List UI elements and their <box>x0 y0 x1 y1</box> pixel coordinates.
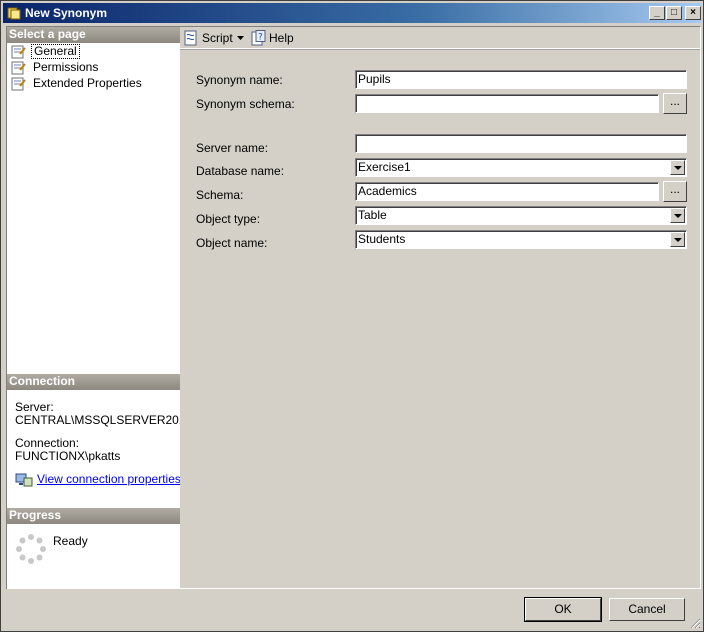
server-label: Server: <box>15 400 54 414</box>
right-pane: Script ? Help Synonym name: Pupils Synon… <box>180 26 701 589</box>
server-name-input[interactable] <box>355 134 687 153</box>
connection-label: Connection: <box>15 436 80 450</box>
synonym-name-value: Pupils <box>358 72 391 86</box>
ok-button[interactable]: OK <box>524 597 602 622</box>
cancel-button[interactable]: Cancel <box>609 598 685 621</box>
database-name-value: Exercise1 <box>358 160 411 174</box>
object-name-label: Object name: <box>196 236 268 250</box>
help-button[interactable]: ? Help <box>250 29 296 47</box>
connection-header: Connection <box>7 374 180 390</box>
object-name-value: Students <box>358 232 406 246</box>
synonym-schema-label: Synonym schema: <box>196 97 295 111</box>
svg-text:?: ? <box>258 33 263 43</box>
close-button[interactable]: × <box>685 6 701 20</box>
object-type-label: Object type: <box>196 212 261 226</box>
progress-header: Progress <box>7 508 180 524</box>
schema-value: Academics <box>358 184 417 198</box>
page-item-label: General <box>31 44 80 59</box>
resize-grip-icon[interactable] <box>689 617 701 629</box>
database-name-label: Database name: <box>196 164 285 178</box>
help-label: Help <box>269 31 294 45</box>
chevron-down-icon[interactable] <box>670 232 685 247</box>
minimize-button[interactable]: _ <box>649 6 665 20</box>
script-icon <box>184 30 197 46</box>
view-connection-properties-text[interactable]: View connection properties <box>37 472 181 486</box>
synonym-schema-browse-button[interactable]: ... <box>663 93 687 114</box>
object-name-dropdown[interactable]: Students <box>355 230 687 249</box>
connection-properties-icon <box>15 473 33 487</box>
new-synonym-dialog: New Synonym _ □ × Select a page General … <box>0 0 704 632</box>
chevron-down-icon[interactable] <box>237 36 244 41</box>
chevron-down-icon[interactable] <box>670 160 685 175</box>
page-wrench-icon <box>11 77 26 91</box>
view-connection-properties-link[interactable]: View connection properties <box>15 472 181 488</box>
object-type-value: Table <box>358 208 387 222</box>
progress-status: Ready <box>53 534 88 548</box>
schema-label: Schema: <box>196 188 244 202</box>
connection-value: FUNCTIONX\pkatts <box>15 449 121 463</box>
object-type-dropdown[interactable]: Table <box>355 206 687 225</box>
title-bar[interactable]: New Synonym _ □ × <box>3 3 701 23</box>
schema-input[interactable]: Academics <box>355 182 659 201</box>
synonym-name-label: Synonym name: <box>196 73 283 87</box>
page-item-label: Permissions <box>33 60 99 74</box>
page-item-label: Extended Properties <box>33 76 142 90</box>
progress-spinner-icon <box>16 534 46 564</box>
left-pane: Select a page General Permissions Extend… <box>6 26 192 589</box>
toolbar: Script ? Help <box>180 27 700 49</box>
synonym-name-input[interactable]: Pupils <box>355 70 687 89</box>
help-icon: ? <box>251 30 266 46</box>
chevron-down-icon[interactable] <box>670 208 685 223</box>
script-label: Script <box>202 31 233 45</box>
window-title: New Synonym <box>25 6 108 20</box>
page-wrench-icon <box>11 45 26 59</box>
synonym-app-icon <box>7 7 21 20</box>
server-name-label: Server name: <box>196 141 269 155</box>
synonym-schema-input[interactable] <box>355 94 659 113</box>
page-wrench-icon <box>11 61 26 75</box>
script-button[interactable]: Script <box>183 29 247 47</box>
database-name-dropdown[interactable]: Exercise1 <box>355 158 687 177</box>
server-value: CENTRAL\MSSQLSERVER2012 <box>15 413 193 427</box>
maximize-button[interactable]: □ <box>666 6 682 20</box>
schema-browse-button[interactable]: ... <box>663 181 687 202</box>
select-page-header: Select a page <box>7 27 180 43</box>
